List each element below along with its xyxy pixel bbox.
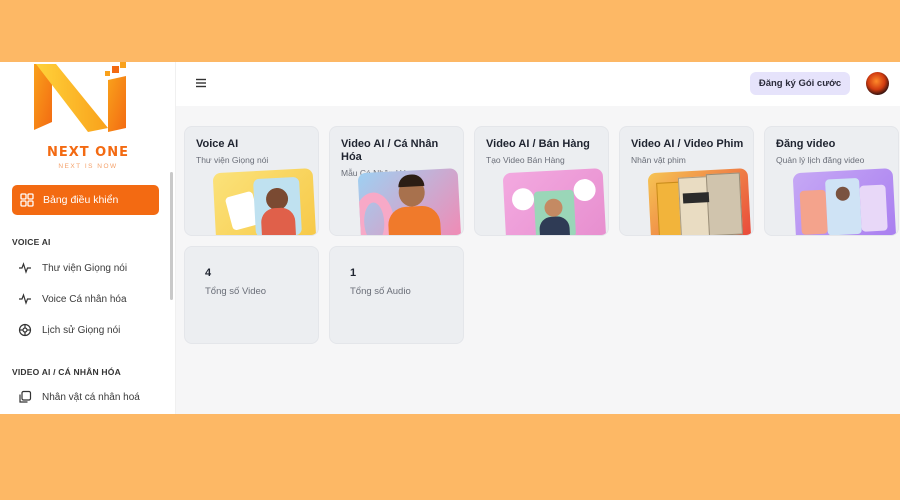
card-title: Đăng video (776, 138, 836, 150)
card-image (647, 168, 751, 235)
stat-value: 1 (350, 267, 357, 279)
card-voice-ai[interactable]: Voice AI Thư viện Giọng nói (184, 126, 319, 236)
card-post-video[interactable]: Đăng video Quản lý lịch đăng video (764, 126, 899, 236)
sidebar-scrollbar[interactable] (170, 172, 173, 300)
top-bar: Đăng ký Gói cước (176, 62, 900, 106)
card-subtitle: Thư viện Giọng nói (196, 155, 269, 165)
waveform-icon (19, 262, 31, 274)
subscribe-button[interactable]: Đăng ký Gói cước (750, 72, 850, 95)
card-title: Voice AI (196, 138, 239, 150)
waveform-icon (19, 293, 31, 305)
card-image (502, 168, 606, 235)
history-icon (18, 323, 32, 337)
card-image (792, 168, 896, 235)
sidebar-item-label: Nhân vật cá nhân hoá (42, 391, 140, 403)
section-label-video-ai: VIDEO AI / CÁ NHÂN HÓA (12, 367, 121, 377)
sidebar-item-label: Voice Cá nhân hóa (42, 293, 127, 305)
grid-icon (20, 193, 34, 207)
card-image (212, 168, 316, 235)
sidebar-item-label: Bảng điều khiển (43, 194, 119, 206)
brand-tagline: NEXT IS NOW (58, 163, 118, 170)
card-subtitle: Tạo Video Bán Hàng (486, 155, 565, 165)
stat-total-audio: 1 Tổng số Audio (329, 246, 464, 344)
brand-logo[interactable]: NEXT ONE NEXT IS NOW (0, 62, 175, 182)
sidebar-item-voice-library[interactable]: Thư viện Giọng nói (18, 259, 127, 277)
sidebar: NEXT ONE NEXT IS NOW Bảng điều khiển VOI… (0, 62, 176, 414)
card-title: Video AI / Bán Hàng (486, 138, 590, 150)
stat-total-video: 4 Tổng số Video (184, 246, 319, 344)
hamburger-menu-icon[interactable] (194, 76, 208, 90)
sidebar-item-label: Thư viện Giọng nói (42, 262, 128, 274)
sidebar-item-dashboard[interactable]: Bảng điều khiển (12, 185, 159, 215)
section-label-voice-ai: VOICE AI (12, 237, 51, 247)
card-video-ai-personal[interactable]: Video AI / Cá Nhân Hóa Mẫu Cá Nhân Hóa (329, 126, 464, 236)
stat-label: Tổng số Video (205, 286, 267, 297)
brand-name: NEXT ONE (47, 145, 129, 160)
card-title: Video AI / Video Phim (631, 138, 744, 150)
sidebar-item-voice-personal[interactable]: Voice Cá nhân hóa (18, 290, 127, 308)
main-content: Đăng ký Gói cước Voice AI Thư viện Giọng… (176, 62, 900, 414)
card-video-ai-movie[interactable]: Video AI / Video Phim Nhân vật phim (619, 126, 754, 236)
card-image (357, 168, 461, 235)
card-subtitle: Nhân vật phim (631, 155, 686, 165)
app-window: NEXT ONE NEXT IS NOW Bảng điều khiển VOI… (0, 62, 900, 414)
logo-mark-icon (34, 62, 126, 132)
card-subtitle: Quản lý lịch đăng video (776, 155, 865, 165)
card-title: Video AI / Cá Nhân Hóa (341, 138, 439, 163)
sidebar-item-label: Lịch sử Giọng nói (42, 324, 121, 336)
card-video-ai-sales[interactable]: Video AI / Bán Hàng Tạo Video Bán Hàng (474, 126, 609, 236)
stat-label: Tổng số Audio (350, 286, 411, 297)
stat-value: 4 (205, 267, 212, 279)
sidebar-item-personal-characters[interactable]: Nhân vật cá nhân hoá (18, 388, 140, 406)
copy-icon (19, 390, 32, 403)
sidebar-item-voice-history[interactable]: Lịch sử Giọng nói (18, 321, 120, 339)
user-avatar[interactable] (866, 72, 889, 95)
